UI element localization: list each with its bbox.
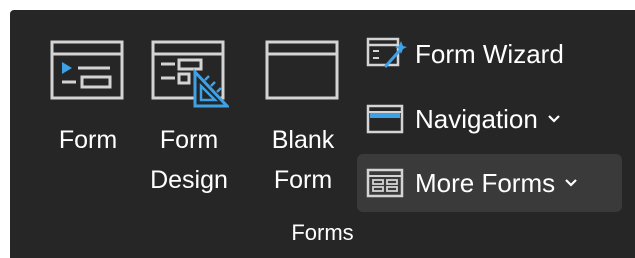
blank-form-button-label: Blank Form	[271, 126, 335, 194]
form-wizard-button[interactable]: Form Wizard	[357, 25, 622, 83]
form-wizard-label: Form Wizard	[415, 38, 564, 69]
form-design-button[interactable]: Form Design	[149, 30, 229, 200]
form-design-button-label: Form Design	[150, 126, 228, 194]
forms-ribbon-group: Form Form Design Blank Form Form Wizard …	[10, 10, 635, 258]
form-wizard-icon	[366, 37, 407, 68]
navigation-button[interactable]: Navigation	[357, 90, 622, 148]
blank-form-button[interactable]: Blank Form	[263, 30, 343, 200]
more-forms-label: More Forms	[415, 167, 556, 198]
chevron-down-icon	[548, 115, 560, 123]
form-button[interactable]: Form	[48, 30, 128, 160]
form-icon	[50, 40, 124, 100]
chevron-down-icon	[565, 179, 577, 187]
form-button-label: Form	[58, 126, 118, 154]
more-forms-icon	[366, 168, 404, 198]
navigation-label: Navigation	[415, 103, 538, 134]
blank-form-icon	[265, 40, 339, 100]
group-label: Forms	[291, 220, 354, 245]
form-design-icon	[151, 40, 229, 108]
navigation-icon	[366, 104, 404, 134]
more-forms-button[interactable]: More Forms	[357, 154, 622, 212]
